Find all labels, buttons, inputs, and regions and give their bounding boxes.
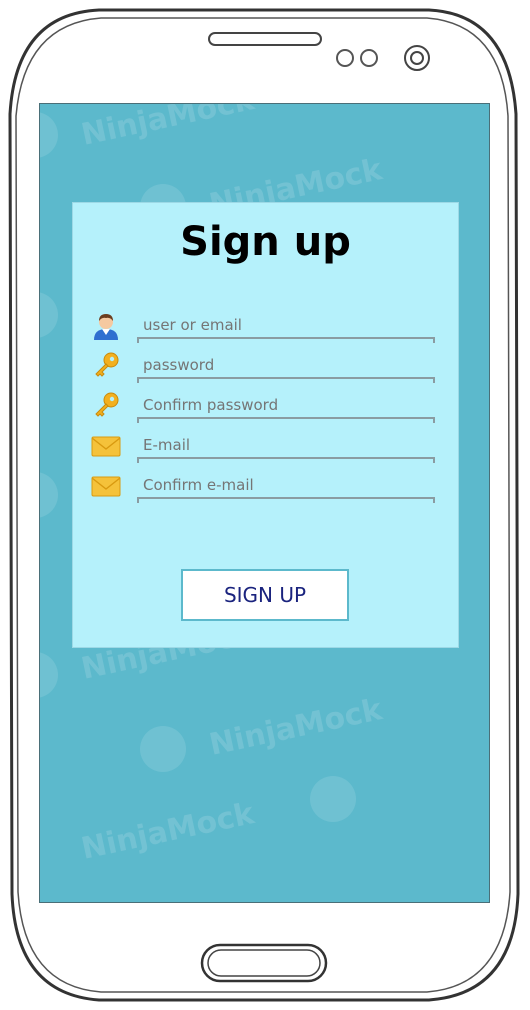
envelope-icon [91,471,121,501]
email-row [87,431,437,463]
confirm-email-input[interactable] [137,473,435,499]
password-row [87,351,437,383]
username-row [87,311,437,343]
email-input[interactable] [137,433,435,459]
signup-card: Sign up user or email password Confirm p… [72,202,459,648]
user-icon [91,311,121,341]
password-input[interactable] [137,353,435,379]
username-input[interactable] [137,313,435,339]
envelope-icon [91,431,121,461]
speaker-grille [208,31,322,47]
watermark-logo [40,472,58,518]
watermark-text: NinjaMock [78,103,258,153]
confirm-password-input[interactable] [137,393,435,419]
page-title: Sign up [180,219,351,265]
confirm-email-row [87,471,437,503]
key-icon [91,391,121,421]
front-camera-icon [403,44,431,72]
proximity-sensor [336,49,354,67]
light-sensor [360,49,378,67]
signup-button[interactable]: SIGN UP [181,569,349,621]
watermark-text: NinjaMock [78,796,258,867]
key-icon [91,351,121,381]
watermark-logo [310,776,356,822]
watermark-text: NinjaMock [206,692,386,763]
watermark-logo [40,292,58,338]
watermark-logo [40,652,58,698]
watermark-logo [140,726,186,772]
confirm-password-row [87,391,437,423]
watermark-logo [40,112,58,158]
home-button[interactable] [200,943,328,983]
